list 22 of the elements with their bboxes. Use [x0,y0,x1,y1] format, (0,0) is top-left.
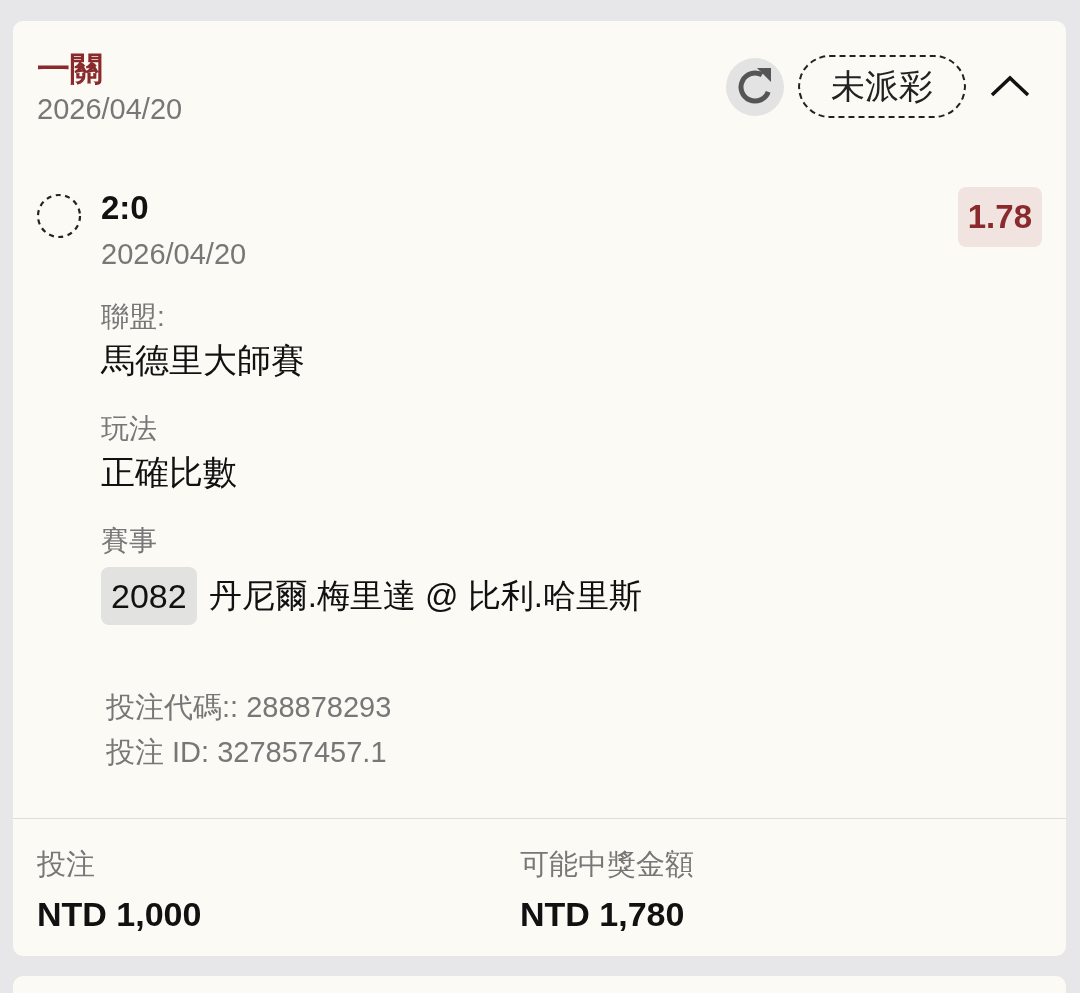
event-teams: 丹尼爾.梅里達 @ 比利.哈里斯 [208,576,642,616]
selection-score: 2:0 [101,188,149,228]
bet-date: 2026/04/20 [37,92,183,127]
chevron-up-icon[interactable] [990,75,1030,98]
summary-amount: NTD 1,000 [37,894,202,934]
odds-badge: 1.78 [957,187,1042,247]
selection-date: 2026/04/20 [101,237,247,271]
bet-type-title: 一關 [37,51,104,87]
field-label: 聯盟: [101,300,165,334]
field-label: 賽事 [101,524,157,558]
summary-amount: NTD 1,780 [520,894,685,934]
field-label: 玩法 [101,412,157,446]
event-number-badge: 2082 [101,567,197,625]
field-value: 正確比數 [101,452,237,493]
summary-label: 可能中獎金額 [520,847,694,882]
status-badge: 未派彩 [798,55,966,118]
field-value: 馬德里大師賽 [101,340,305,381]
summary-label: 投注 [37,847,95,882]
bet-code-text: 投注 ID: 327857457.1 [106,735,387,770]
dashed-circle-icon [36,193,82,239]
bet-code-text: 投注代碼:: 288878293 [106,690,392,725]
refresh-icon[interactable] [726,57,784,116]
